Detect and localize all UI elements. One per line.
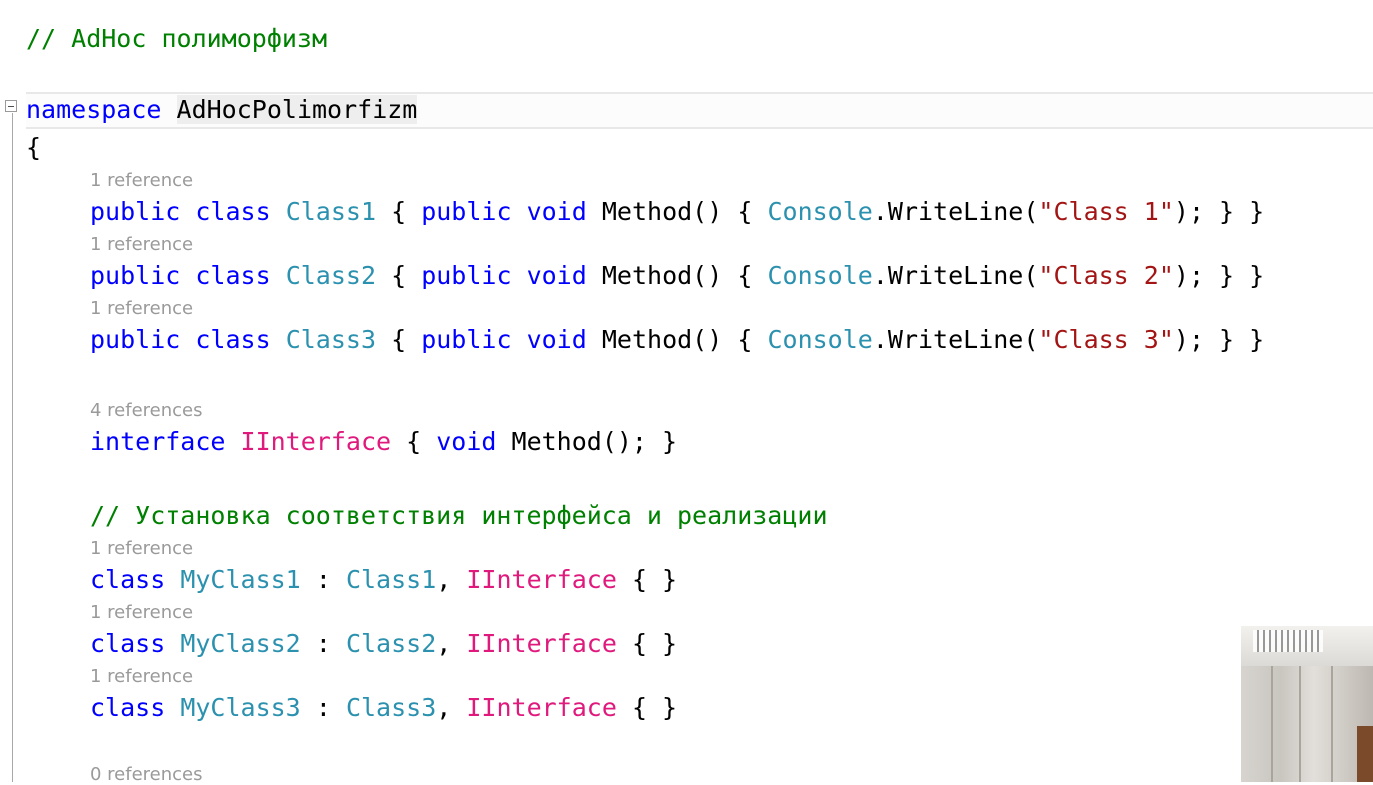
code-line-class1: public class Class1 { public void Method… bbox=[90, 197, 1265, 226]
namespace-name: AdHocPolimorfizm bbox=[176, 95, 418, 124]
codelens-myclass2[interactable]: 1 reference bbox=[90, 602, 193, 623]
collapse-namespace-icon[interactable] bbox=[5, 100, 17, 112]
code-line-myclass2: class MyClass2 : Class2, IInterface { } bbox=[90, 629, 678, 658]
codelens-class2[interactable]: 1 reference bbox=[90, 234, 193, 255]
code-line-class3: public class Class3 { public void Method… bbox=[90, 325, 1265, 354]
comment-adhoc: // AdHoc полиморфизм bbox=[26, 24, 328, 53]
code-line-interface: interface IInterface { void Method(); } bbox=[90, 427, 678, 456]
codelens-iinterface[interactable]: 4 references bbox=[90, 400, 203, 421]
code-editor[interactable]: // AdHoc полиморфизм namespace AdHocPoli… bbox=[0, 0, 1373, 785]
namespace-open-brace: { bbox=[26, 133, 42, 162]
codelens-class3[interactable]: 1 reference bbox=[90, 298, 193, 319]
codelens-myclass1[interactable]: 1 reference bbox=[90, 538, 193, 559]
code-line-myclass1: class MyClass1 : Class1, IInterface { } bbox=[90, 565, 678, 594]
webcam-overlay bbox=[1241, 626, 1373, 782]
comment-mapping: // Установка соответствия интерфейса и р… bbox=[90, 501, 828, 530]
code-line-class2: public class Class2 { public void Method… bbox=[90, 261, 1265, 290]
namespace-declaration: namespace AdHocPolimorfizm bbox=[26, 95, 418, 124]
outlining-rail bbox=[12, 113, 13, 782]
codelens-class1[interactable]: 1 reference bbox=[90, 170, 193, 191]
codelens-myclass3[interactable]: 1 reference bbox=[90, 666, 193, 687]
code-line-myclass3: class MyClass3 : Class3, IInterface { } bbox=[90, 693, 678, 722]
keyword-namespace: namespace bbox=[26, 95, 162, 124]
